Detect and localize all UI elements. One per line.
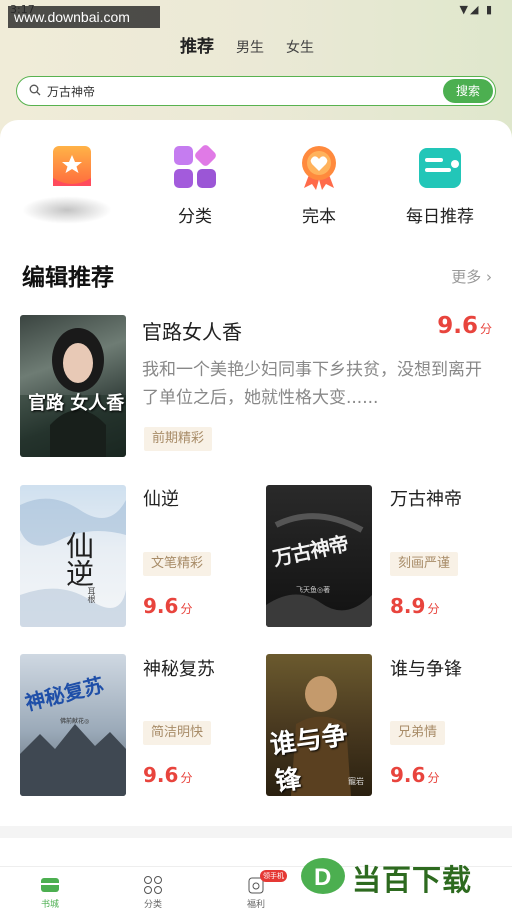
quick-completed-label: 完本	[302, 207, 336, 227]
featured-book-description: 我和一个美艳少妇同事下乡扶贫，没想到离开了单位之后，她就性格大变......	[142, 360, 482, 408]
featured-book-tag: 前期精彩	[144, 427, 213, 451]
featured-cover-text: 官路 女人香	[28, 393, 125, 414]
book-score: 8.9 分	[390, 594, 439, 618]
book-score-unit: 分	[427, 771, 440, 785]
book-score: 9.6 分	[143, 594, 192, 618]
brand-logo-icon: D	[301, 858, 345, 894]
featured-book-score: 9.6 分	[437, 313, 492, 339]
featured-score-unit: 分	[479, 322, 492, 336]
book-score: 9.6 分	[390, 763, 439, 787]
completed-icon	[296, 144, 342, 190]
search-icon	[29, 84, 41, 96]
book-score-unit: 分	[180, 771, 193, 785]
channel-tabs: 推荐 男生 女生	[180, 32, 336, 58]
nav-bookstore[interactable]: 书城	[20, 875, 80, 910]
cover-title-text: 仙逆	[62, 531, 95, 587]
book-score-value: 9.6	[143, 594, 179, 618]
book-title[interactable]: 谁与争锋	[390, 655, 462, 681]
nav-bookstore-label: 书城	[40, 900, 59, 910]
book-cover[interactable]: 万古神帝 飞天鱼◎著	[266, 485, 372, 627]
tab-female[interactable]: 女生	[286, 37, 314, 57]
book-tag: 刻画严谨	[390, 552, 459, 576]
svg-text:D: D	[314, 864, 331, 891]
quick-daily-label: 每日推荐	[406, 207, 474, 227]
rank-icon	[49, 144, 95, 190]
book-tag: 文笔精彩	[143, 552, 212, 576]
brand-watermark: D 当百下载	[300, 855, 510, 899]
book-title[interactable]: 万古神帝	[390, 485, 462, 511]
quick-daily[interactable]: 每日推荐	[390, 144, 490, 234]
nav-category[interactable]: 分类	[123, 875, 183, 910]
book-cover[interactable]: 神秘复苏 佛前献花◎	[20, 654, 126, 796]
book-cover[interactable]: 谁与争锋 寵岩	[266, 654, 372, 796]
search-bar[interactable]: 万古神帝 搜索	[16, 76, 496, 106]
cover-author-text: 耳根	[87, 587, 96, 603]
cover-author-text: 飞天鱼◎著	[296, 586, 331, 594]
book-score: 9.6 分	[143, 763, 192, 787]
status-icons: ▼◢ ▮	[459, 3, 494, 16]
more-label: 更多	[451, 268, 482, 286]
book-score-value: 9.6	[390, 763, 426, 787]
featured-score-value: 9.6	[437, 313, 478, 339]
welfare-badge: 领手机	[260, 870, 287, 882]
featured-book-cover[interactable]: 官路 女人香	[20, 315, 126, 457]
category-icon	[172, 144, 218, 190]
daily-icon	[417, 144, 463, 190]
nav-category-label: 分类	[143, 900, 162, 910]
search-input[interactable]: 万古神帝	[47, 83, 95, 100]
brand-text: 当百下载	[352, 863, 473, 897]
quick-category-label: 分类	[178, 207, 212, 227]
watermark: www.downbai.com	[8, 6, 160, 28]
book-tag: 兄弟情	[390, 721, 446, 745]
book-title[interactable]: 神秘复苏	[143, 655, 215, 681]
quick-completed[interactable]: 完本	[269, 144, 369, 234]
cover-author-text: 佛前献花◎	[60, 718, 90, 725]
book-score-value: 9.6	[143, 763, 179, 787]
bookstore-icon	[39, 875, 61, 895]
section-title: 编辑推荐	[22, 265, 114, 291]
book-score-unit: 分	[427, 602, 440, 616]
book-tag: 简洁明快	[143, 721, 212, 745]
quick-category[interactable]: 分类	[145, 144, 245, 234]
nav-welfare-label: 福利	[246, 900, 265, 910]
search-button[interactable]: 搜索	[443, 79, 493, 103]
section-divider	[0, 826, 512, 838]
tab-male[interactable]: 男生	[236, 37, 264, 57]
chevron-right-icon: ›	[486, 268, 492, 286]
book-score-value: 8.9	[390, 594, 426, 618]
featured-book-title[interactable]: 官路女人香	[142, 316, 242, 345]
category-icon	[142, 875, 164, 895]
blurred-label	[22, 196, 112, 224]
cover-author-text: 寵岩	[348, 777, 364, 786]
book-title[interactable]: 仙逆	[143, 485, 179, 511]
more-link[interactable]: 更多 ›	[451, 266, 492, 287]
book-cover[interactable]: 仙逆 耳根	[20, 485, 126, 627]
book-score-unit: 分	[180, 602, 193, 616]
tab-recommend[interactable]: 推荐	[180, 32, 214, 57]
